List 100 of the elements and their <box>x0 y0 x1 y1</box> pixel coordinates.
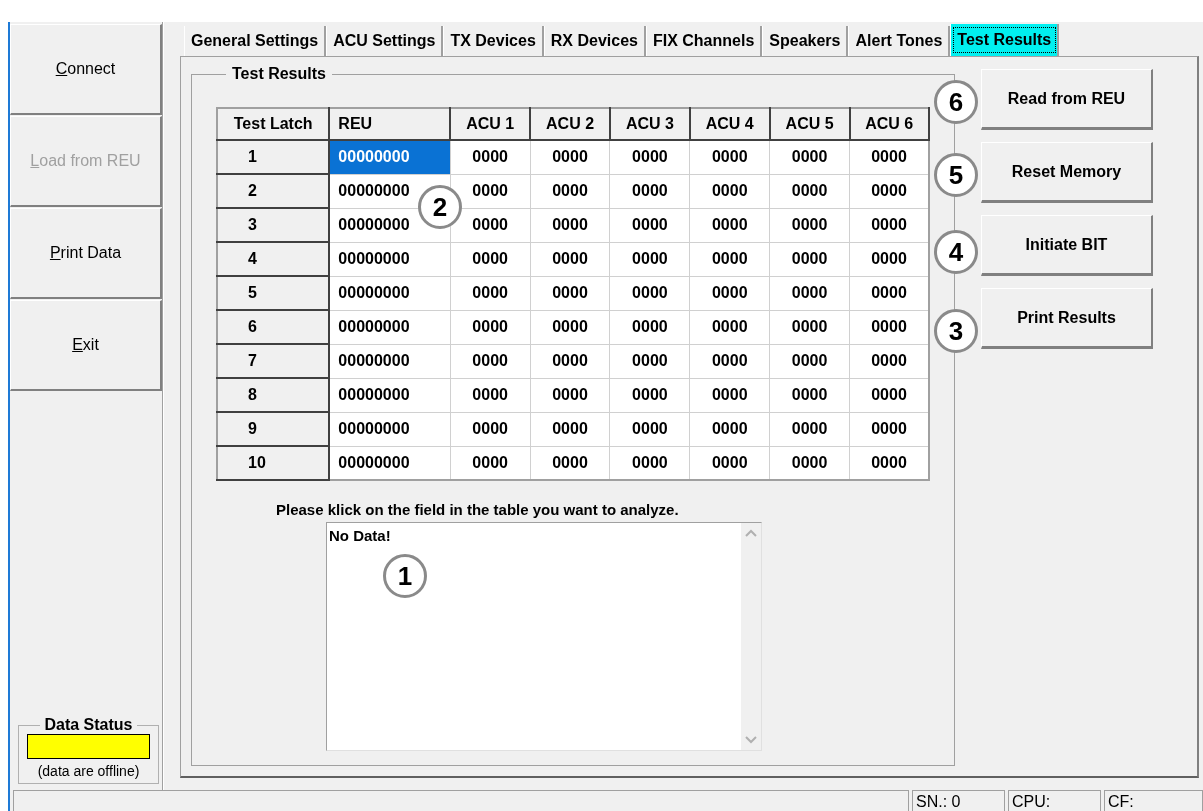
action-button[interactable]: Read from REU <box>981 69 1153 130</box>
analysis-text: No Data! <box>329 527 391 544</box>
table-cell[interactable]: 0000 <box>689 174 770 208</box>
table-cell[interactable]: 0000 <box>769 208 850 242</box>
tab[interactable]: Speakers <box>762 26 849 56</box>
table-cell[interactable]: 0000 <box>530 344 610 378</box>
table-cell[interactable]: 0000 <box>530 276 610 310</box>
column-header[interactable]: ACU 5 <box>769 108 850 140</box>
table-cell[interactable]: 0000 <box>530 310 610 344</box>
table-cell[interactable]: 0000 <box>849 242 929 276</box>
table-cell[interactable]: 0000 <box>849 310 929 344</box>
tab[interactable]: RX Devices <box>543 26 646 56</box>
table-cell[interactable]: 0000 <box>530 378 610 412</box>
table-cell[interactable]: 00000000 <box>329 344 451 378</box>
table-cell[interactable]: 0000 <box>849 174 929 208</box>
table-cell[interactable]: 0000 <box>530 140 610 174</box>
table-cell[interactable]: 00000000 <box>329 310 451 344</box>
table-cell[interactable]: 0000 <box>609 140 690 174</box>
table-cell[interactable]: 0000 <box>609 174 690 208</box>
table-cell[interactable]: 0000 <box>450 310 531 344</box>
table-cell[interactable]: 0000 <box>769 174 850 208</box>
chevron-up-icon[interactable] <box>745 529 757 537</box>
row-header: 9 <box>217 412 330 446</box>
table-cell[interactable]: 0000 <box>689 344 770 378</box>
tab[interactable]: ACU Settings <box>326 26 444 56</box>
table-cell[interactable]: 0000 <box>849 412 929 446</box>
table-cell[interactable]: 0000 <box>450 446 531 480</box>
table-cell[interactable]: 0000 <box>609 276 690 310</box>
table-cell[interactable]: 0000 <box>609 310 690 344</box>
table-cell[interactable]: 0000 <box>530 208 610 242</box>
table-cell[interactable]: 0000 <box>530 174 610 208</box>
table-cell[interactable]: 00000000 <box>329 242 451 276</box>
table-cell[interactable]: 0000 <box>450 276 531 310</box>
tab[interactable]: Test Results <box>950 24 1060 56</box>
action-button[interactable]: Initiate BIT <box>981 215 1153 276</box>
table-cell[interactable]: 0000 <box>689 208 770 242</box>
column-header[interactable]: REU <box>329 108 451 140</box>
column-header[interactable]: ACU 6 <box>849 108 929 140</box>
table-cell[interactable]: 0000 <box>769 344 850 378</box>
table-cell[interactable]: 00000000 <box>329 276 451 310</box>
table-cell[interactable]: 0000 <box>689 276 770 310</box>
table-cell[interactable]: 0000 <box>769 412 850 446</box>
table-cell[interactable]: 0000 <box>609 242 690 276</box>
table-cell[interactable]: 0000 <box>450 412 531 446</box>
row-header: 2 <box>217 174 330 208</box>
table-cell[interactable]: 0000 <box>769 446 850 480</box>
sidebar-button[interactable]: Connect <box>10 24 162 115</box>
table-cell[interactable]: 0000 <box>689 412 770 446</box>
table-cell[interactable]: 00000000 <box>329 378 451 412</box>
table-cell[interactable]: 0000 <box>609 344 690 378</box>
scrollbar[interactable] <box>741 523 761 750</box>
table-cell[interactable]: 0000 <box>769 276 850 310</box>
table-cell[interactable]: 00000000 <box>329 446 451 480</box>
table-cell[interactable]: 0000 <box>849 208 929 242</box>
action-button[interactable]: Reset Memory <box>981 142 1153 203</box>
table-cell[interactable]: 0000 <box>450 242 531 276</box>
table-cell[interactable]: 0000 <box>849 140 929 174</box>
row-header: 6 <box>217 310 330 344</box>
tab[interactable]: General Settings <box>184 26 327 56</box>
action-button[interactable]: Print Results <box>981 288 1153 349</box>
column-header[interactable]: ACU 3 <box>609 108 690 140</box>
tab[interactable]: FIX Channels <box>645 26 763 56</box>
table-cell[interactable]: 0000 <box>530 242 610 276</box>
table-cell[interactable]: 0000 <box>769 140 850 174</box>
table-cell[interactable]: 0000 <box>769 310 850 344</box>
table-cell[interactable]: 00000000 <box>329 412 451 446</box>
row-header: 7 <box>217 344 330 378</box>
column-header[interactable]: ACU 1 <box>450 108 531 140</box>
table-cell[interactable]: 0000 <box>849 276 929 310</box>
table-cell[interactable]: 0000 <box>689 242 770 276</box>
chevron-down-icon[interactable] <box>745 736 757 744</box>
table-cell[interactable]: 0000 <box>689 446 770 480</box>
row-header: 8 <box>217 378 330 412</box>
column-header[interactable]: ACU 2 <box>530 108 610 140</box>
column-header[interactable]: Test Latch <box>217 108 330 140</box>
tab[interactable]: Alert Tones <box>848 26 951 56</box>
table-cell[interactable]: 0000 <box>609 412 690 446</box>
table-cell[interactable]: 0000 <box>849 344 929 378</box>
row-header: 4 <box>217 242 330 276</box>
table-cell[interactable]: 0000 <box>450 378 531 412</box>
table-cell[interactable]: 0000 <box>609 208 690 242</box>
table-cell[interactable]: 0000 <box>689 310 770 344</box>
sidebar-button[interactable]: Print Data <box>10 208 162 299</box>
table-cell[interactable]: 0000 <box>450 344 531 378</box>
table-cell[interactable]: 0000 <box>609 446 690 480</box>
sidebar-button[interactable]: Exit <box>10 300 162 391</box>
table-cell[interactable]: 00000000 <box>329 140 451 174</box>
row-header: 10 <box>217 446 330 480</box>
column-header[interactable]: ACU 4 <box>689 108 770 140</box>
table-cell[interactable]: 0000 <box>769 242 850 276</box>
table-cell[interactable]: 0000 <box>609 378 690 412</box>
table-cell[interactable]: 0000 <box>689 378 770 412</box>
table-cell[interactable]: 0000 <box>530 412 610 446</box>
table-cell[interactable]: 0000 <box>849 446 929 480</box>
table-cell[interactable]: 0000 <box>530 446 610 480</box>
tab[interactable]: TX Devices <box>443 26 544 56</box>
table-cell[interactable]: 0000 <box>849 378 929 412</box>
table-cell[interactable]: 0000 <box>689 140 770 174</box>
table-cell[interactable]: 0000 <box>769 378 850 412</box>
table-cell[interactable]: 0000 <box>450 140 531 174</box>
